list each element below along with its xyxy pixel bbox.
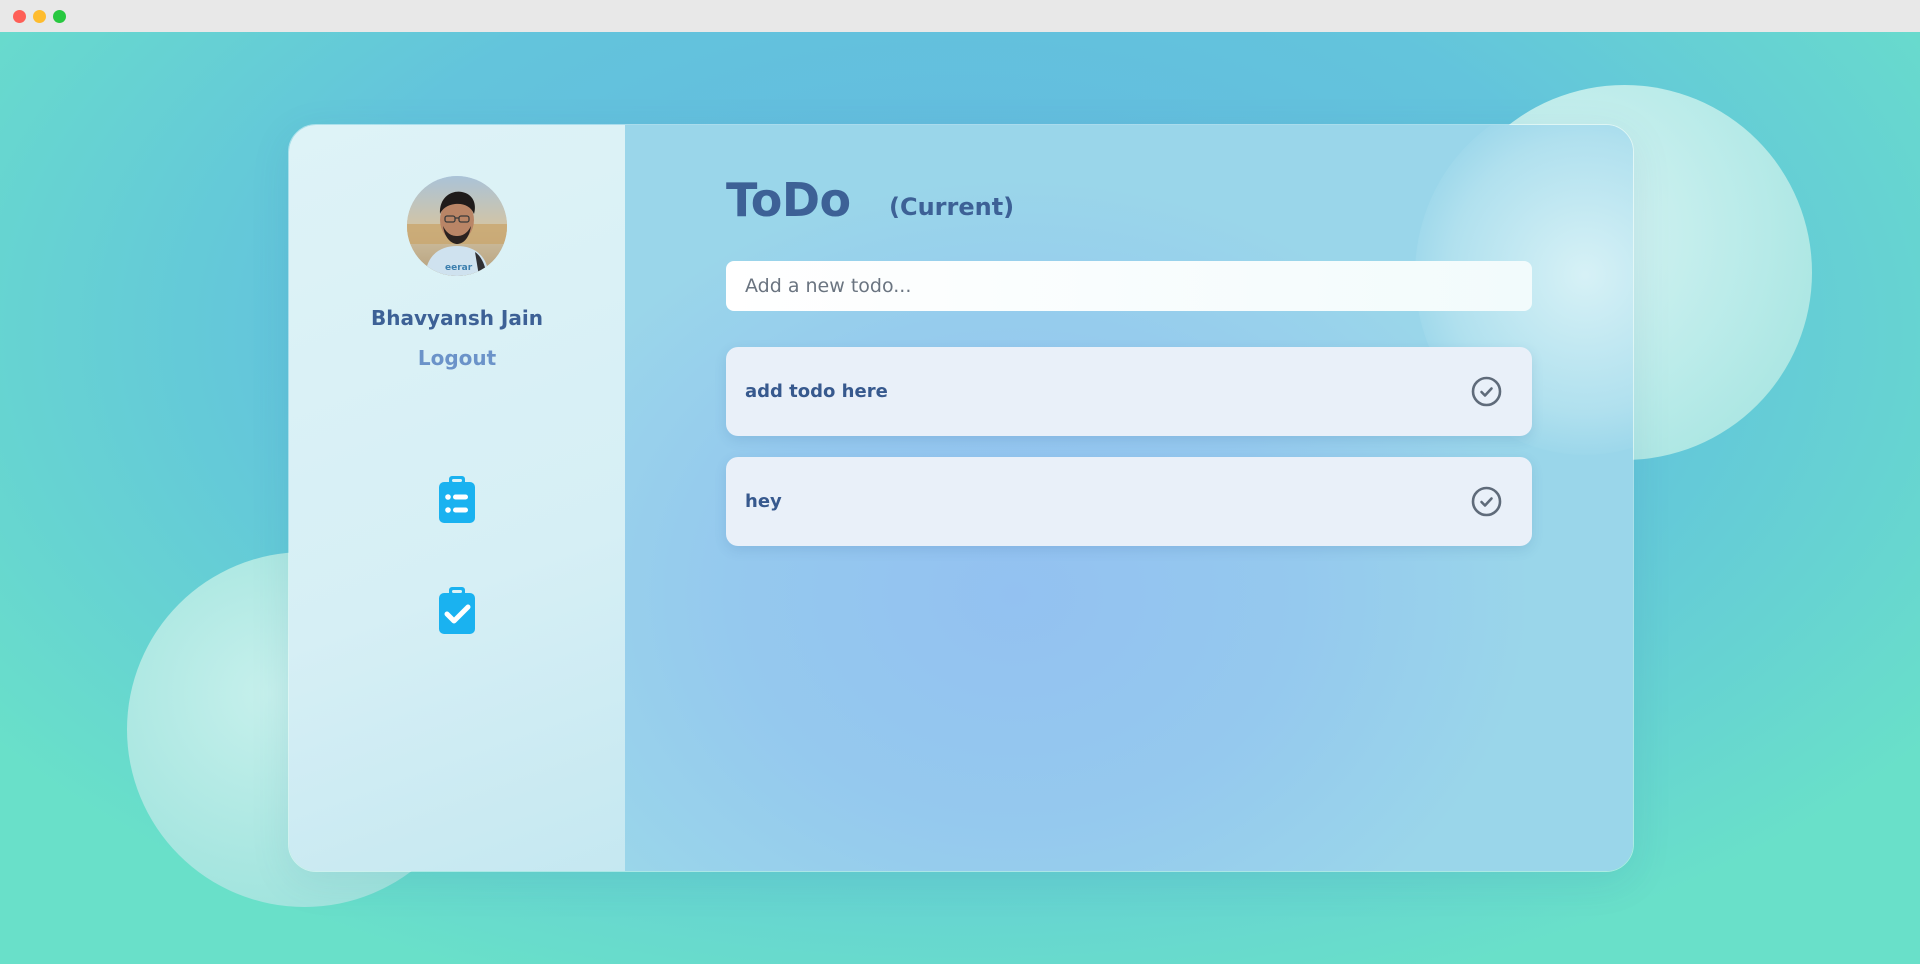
nav-current-todos[interactable] (436, 475, 478, 525)
nav-completed-todos[interactable] (436, 586, 478, 636)
list-item: add todo here (726, 347, 1532, 436)
minimize-window-button[interactable] (33, 10, 46, 23)
check-circle-icon (1471, 486, 1502, 517)
clipboard-check-icon (439, 587, 475, 634)
background: eerar Bhavyansh Jain Logout ToDo (Curren… (0, 32, 1920, 964)
maximize-window-button[interactable] (53, 10, 66, 23)
page-title: ToDo (726, 173, 851, 227)
todo-list: add todo here hey (726, 347, 1532, 567)
complete-todo-button[interactable] (1471, 376, 1502, 407)
list-item: hey (726, 457, 1532, 546)
sidebar: eerar Bhavyansh Jain Logout (289, 125, 626, 871)
main-panel: ToDo (Current) add todo here (625, 125, 1633, 871)
todo-card: eerar Bhavyansh Jain Logout ToDo (Curren… (288, 124, 1634, 872)
avatar: eerar (407, 176, 507, 276)
new-todo-input[interactable] (726, 261, 1532, 311)
close-window-button[interactable] (13, 10, 26, 23)
app-window: eerar Bhavyansh Jain Logout ToDo (Curren… (0, 0, 1920, 964)
page-subtitle: (Current) (889, 193, 1015, 221)
title-bar (0, 0, 1920, 33)
user-name: Bhavyansh Jain (371, 306, 543, 330)
todo-text: hey (745, 491, 782, 512)
avatar-photo: eerar (407, 176, 507, 276)
svg-text:eerar: eerar (445, 263, 473, 273)
clipboard-list-icon (439, 476, 475, 523)
logout-link[interactable]: Logout (407, 346, 507, 370)
complete-todo-button[interactable] (1471, 486, 1502, 517)
todo-text: add todo here (745, 381, 888, 402)
check-circle-icon (1471, 376, 1502, 407)
